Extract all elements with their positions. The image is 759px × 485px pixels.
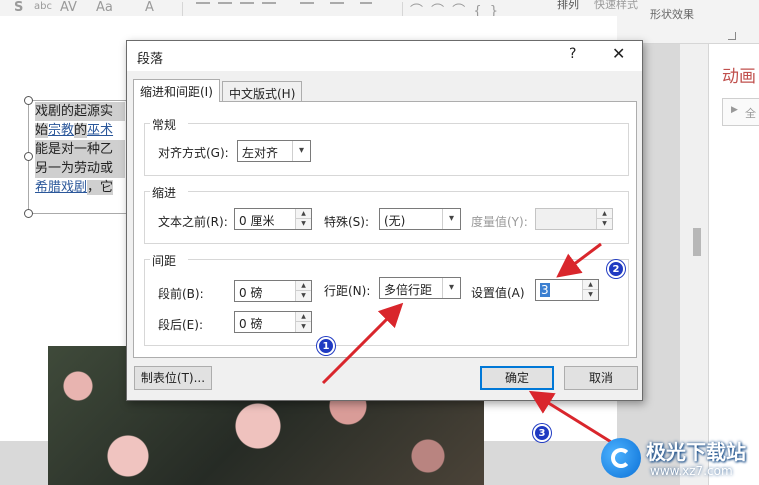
tab-indent-spacing[interactable]: 缩进和间距(I) [133,79,220,102]
annotation-arrow-2 [556,242,602,278]
annotation-overlay [321,242,625,452]
watermark-url: www.xz7.com [650,464,733,478]
watermark: 极光下载站 www.xz7.com [598,434,759,484]
step-badge-1: 1 [317,337,335,355]
step-badge-2: 2 [607,260,625,278]
watermark-title: 极光下载站 [646,440,746,464]
watermark-logo-icon [601,438,641,478]
step-badge-3: 3 [533,424,551,442]
